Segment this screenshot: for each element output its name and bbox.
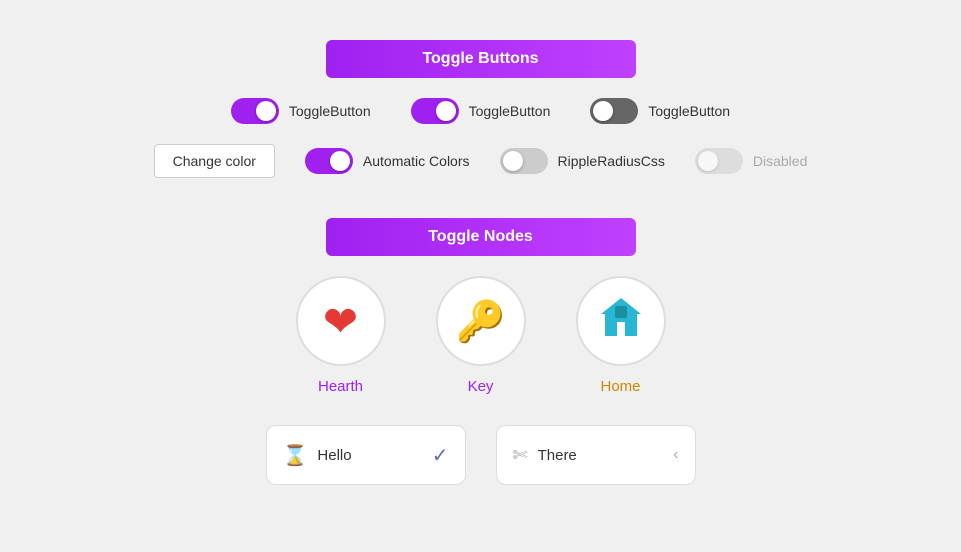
- disabled-label: Disabled: [753, 153, 807, 169]
- toggle-group-1: ToggleButton: [231, 98, 371, 124]
- chevron-left-icon: ‹: [673, 446, 678, 464]
- auto-colors-label: Automatic Colors: [363, 153, 470, 169]
- change-color-button[interactable]: Change color: [154, 144, 275, 178]
- ripple-toggle[interactable]: [500, 148, 548, 174]
- history-icon: ⌛: [283, 443, 308, 468]
- scissors-icon: ✄: [513, 445, 528, 466]
- node-hearth[interactable]: ❤ Hearth: [296, 276, 386, 395]
- key-label: Key: [468, 378, 494, 395]
- auto-colors-group: Automatic Colors: [305, 148, 470, 174]
- toggle-2[interactable]: [411, 98, 459, 124]
- hearth-label: Hearth: [318, 378, 363, 395]
- home-label: Home: [600, 378, 640, 395]
- nodes-row: ❤ Hearth 🔑 Key Home: [296, 276, 666, 395]
- toggle-group-3: ToggleButton: [590, 98, 730, 124]
- main-container: Toggle Buttons ToggleButton ToggleButton: [20, 20, 941, 505]
- cards-row: ⌛ Hello ✓ ✄ There ‹: [266, 425, 696, 485]
- node-key[interactable]: 🔑 Key: [436, 276, 526, 395]
- hello-card-text: Hello: [317, 447, 421, 464]
- toggle-3[interactable]: [590, 98, 638, 124]
- toggle-buttons-row: ToggleButton ToggleButton ToggleButton: [231, 98, 730, 124]
- toggle-3-label: ToggleButton: [648, 103, 730, 119]
- ripple-group: RippleRadiusCss: [500, 148, 665, 174]
- hearth-circle: ❤: [296, 276, 386, 366]
- node-home[interactable]: Home: [576, 276, 666, 395]
- controls-row: Change color Automatic Colors RippleRadi…: [154, 144, 808, 178]
- toggle-buttons-header[interactable]: Toggle Buttons: [326, 40, 636, 78]
- disabled-group: Disabled: [695, 148, 807, 174]
- check-icon: ✓: [432, 443, 449, 468]
- home-circle: [576, 276, 666, 366]
- home-icon: [597, 294, 645, 348]
- heart-icon: ❤: [323, 297, 358, 346]
- auto-colors-toggle[interactable]: [305, 148, 353, 174]
- hello-card[interactable]: ⌛ Hello ✓: [266, 425, 466, 485]
- toggle-1-label: ToggleButton: [289, 103, 371, 119]
- key-circle: 🔑: [436, 276, 526, 366]
- toggle-group-2: ToggleButton: [411, 98, 551, 124]
- toggle-nodes-header[interactable]: Toggle Nodes: [326, 218, 636, 256]
- there-card[interactable]: ✄ There ‹: [496, 425, 696, 485]
- disabled-toggle: [695, 148, 743, 174]
- toggle-2-label: ToggleButton: [469, 103, 551, 119]
- toggle-1[interactable]: [231, 98, 279, 124]
- ripple-label: RippleRadiusCss: [558, 153, 665, 169]
- there-card-text: There: [538, 447, 664, 464]
- key-icon: 🔑: [456, 298, 506, 345]
